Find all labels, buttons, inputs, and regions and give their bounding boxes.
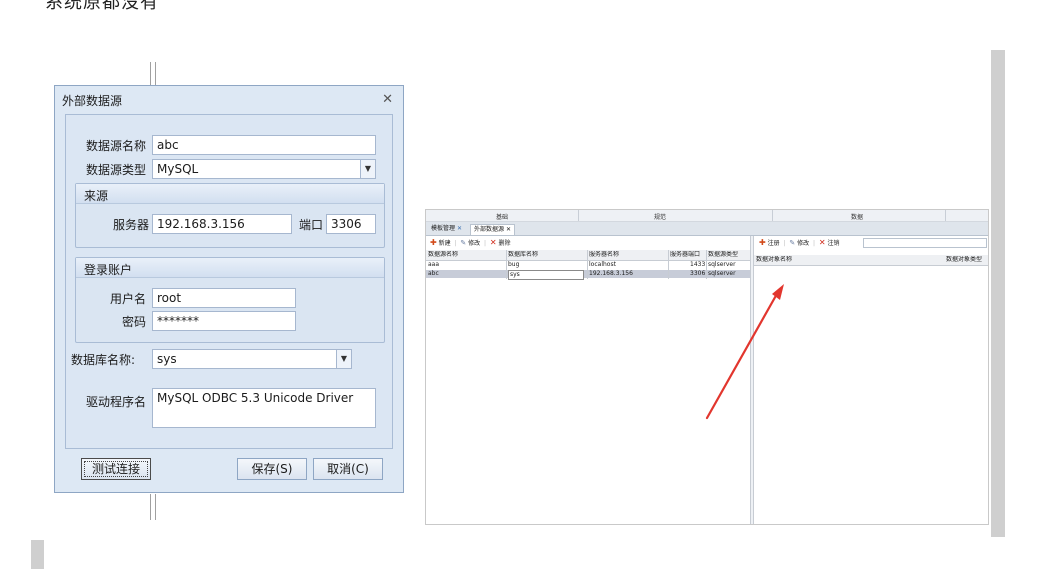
text-cursor-block: [31, 540, 44, 569]
source-group-title: 来源: [84, 189, 109, 203]
annotation-arrow: [705, 284, 784, 420]
datasource-name-input[interactable]: abc: [152, 135, 376, 155]
document-tabs: 模板管理 ✕ 外部数据源 ✕: [426, 222, 988, 236]
plus-icon: ✚: [759, 238, 766, 247]
datasource-name-label: 数据源名称: [86, 139, 147, 153]
column-header[interactable]: 数据对象名称: [756, 256, 792, 264]
unregister-button[interactable]: ✕ 注销: [818, 238, 840, 247]
port-input[interactable]: 3306: [326, 214, 376, 234]
tab-external-datasource[interactable]: 外部数据源 ✕: [470, 224, 515, 235]
close-icon[interactable]: ✕: [457, 225, 462, 232]
document-line: [150, 494, 151, 520]
register-button[interactable]: ✚ 注册: [759, 238, 780, 247]
edit-button[interactable]: ✎ 修改: [460, 239, 480, 247]
column-header[interactable]: 服务器名称: [589, 251, 619, 259]
database-name-label: 数据库名称:: [71, 353, 136, 367]
ribbon-tab-data[interactable]: 数据: [851, 212, 863, 221]
close-icon[interactable]: ✕: [382, 92, 393, 107]
close-icon[interactable]: ✕: [506, 226, 511, 233]
port-label: 端口: [299, 218, 324, 232]
delete-icon: ✕: [818, 238, 826, 247]
chevron-down-icon[interactable]: ▼: [360, 160, 375, 178]
login-group: 登录账户 用户名 root 密码 *******: [75, 257, 385, 343]
table-row-selected[interactable]: abc sys 192.168.3.156 3306 sqlserver: [426, 270, 750, 280]
top-caption: 系统原都没有: [45, 0, 159, 13]
ribbon: 基础 规范 数据: [426, 210, 988, 222]
username-label: 用户名: [110, 292, 147, 306]
column-header[interactable]: 数据源类型: [708, 251, 738, 259]
right-grid-header: 数据对象名称 数据对象类型: [754, 255, 988, 266]
column-header[interactable]: 服务器端口: [670, 251, 700, 259]
external-datasource-dialog: 外部数据源 ✕ 数据源名称 abc 数据源类型 MySQL ▼ 来源 服务器 1…: [54, 85, 404, 493]
left-toolbar: ✚ 新建 | ✎ 修改 | ✕ 删除: [430, 238, 511, 247]
left-grid-header: 数据源名称 数据库名称 服务器名称 服务器端口 数据源类型: [426, 250, 750, 261]
ribbon-tab-basic[interactable]: 基础: [496, 212, 508, 221]
document-line: [155, 62, 156, 86]
database-name-select[interactable]: sys ▼: [152, 349, 352, 369]
scrollbar-track: [991, 50, 1005, 537]
pencil-icon: ✎: [460, 239, 467, 247]
login-group-title: 登录账户: [84, 263, 133, 277]
password-input[interactable]: *******: [152, 311, 296, 331]
tab-template-management[interactable]: 模板管理 ✕: [428, 224, 465, 235]
right-toolbar: ✚ 注册 | ✎ 修改 | ✕ 注销: [759, 238, 840, 247]
cancel-button[interactable]: 取消(C): [313, 458, 383, 480]
server-input[interactable]: 192.168.3.156: [152, 214, 292, 234]
delete-button[interactable]: ✕ 删除: [489, 238, 511, 247]
dialog-content: 数据源名称 abc 数据源类型 MySQL ▼ 来源 服务器 192.168.3…: [65, 114, 393, 449]
datasource-type-label: 数据源类型: [86, 163, 147, 177]
column-header[interactable]: 数据对象类型: [946, 256, 982, 264]
username-input[interactable]: root: [152, 288, 296, 308]
dialog-title: 外部数据源: [62, 94, 123, 108]
document-line: [150, 62, 151, 86]
test-connection-button[interactable]: 测试连接: [81, 458, 151, 480]
plus-icon: ✚: [430, 238, 437, 247]
column-header[interactable]: 数据库名称: [508, 251, 538, 259]
new-button[interactable]: ✚ 新建: [430, 238, 451, 247]
driver-name-input[interactable]: MySQL ODBC 5.3 Unicode Driver: [152, 388, 376, 428]
server-label: 服务器: [113, 218, 150, 232]
password-label: 密码: [122, 315, 147, 329]
column-header[interactable]: 数据源名称: [428, 251, 458, 259]
ribbon-tab-spec[interactable]: 规范: [654, 212, 666, 221]
table-row[interactable]: aaa bug localhost 1433 sqlserver: [426, 261, 750, 269]
driver-name-label: 驱动程序名: [86, 395, 147, 409]
search-input[interactable]: [863, 238, 987, 248]
datasource-type-select[interactable]: MySQL ▼: [152, 159, 376, 179]
save-button[interactable]: 保存(S): [237, 458, 307, 480]
document-line: [155, 494, 156, 520]
delete-icon: ✕: [489, 238, 497, 247]
source-group: 来源 服务器 192.168.3.156 端口 3306: [75, 183, 385, 248]
pencil-icon: ✎: [789, 239, 796, 247]
edit-button[interactable]: ✎ 修改: [789, 239, 809, 247]
chevron-down-icon[interactable]: ▼: [336, 350, 351, 368]
dialog-titlebar: 外部数据源 ✕: [55, 86, 403, 114]
